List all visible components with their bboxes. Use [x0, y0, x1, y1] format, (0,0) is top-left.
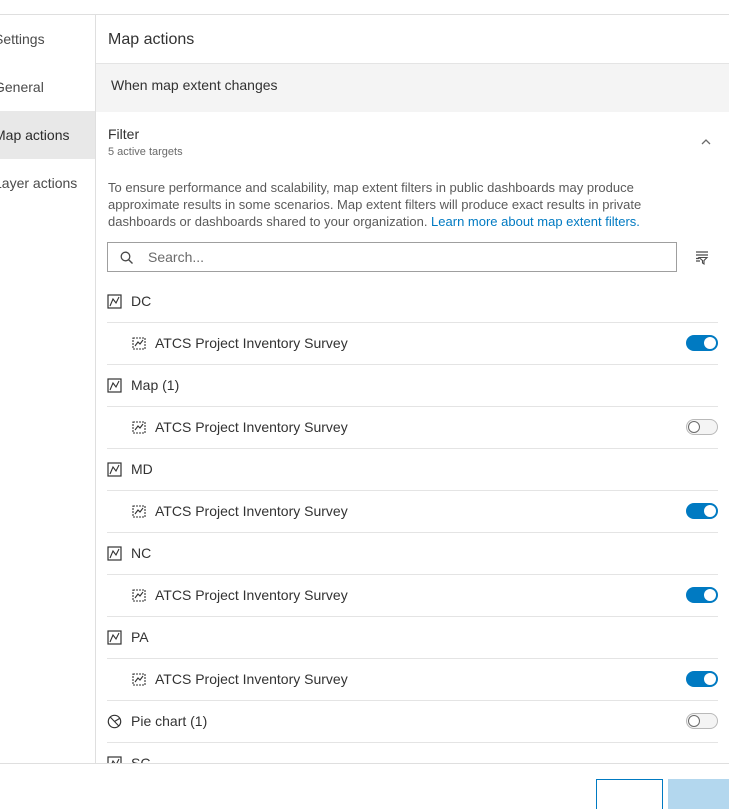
map-icon [107, 756, 122, 763]
toggle-knob [704, 589, 716, 601]
target-row-nc: NC [107, 533, 718, 575]
target-label: ATCS Project Inventory Survey [155, 419, 348, 435]
target-list: DC ATCS Project Inventory Survey Map (1)… [107, 281, 718, 763]
layer-icon [132, 673, 146, 686]
target-label: PA [131, 629, 149, 645]
sidebar-item-general[interactable]: General [0, 63, 95, 111]
target-row-layer: ATCS Project Inventory Survey [107, 491, 718, 533]
filter-toggle[interactable] [686, 587, 718, 603]
sidebar: Settings General Map actions Layer actio… [0, 15, 96, 763]
sidebar-item-layer-actions[interactable]: Layer actions [0, 159, 95, 207]
map-icon [107, 462, 122, 477]
learn-more-link[interactable]: Learn more about map extent filters. [431, 214, 640, 229]
layer-icon [132, 505, 146, 518]
filter-title: Filter [108, 126, 140, 142]
toggle-knob [688, 715, 700, 727]
target-label: ATCS Project Inventory Survey [155, 587, 348, 603]
search-box [107, 242, 677, 272]
sidebar-item-label: Settings [0, 31, 45, 47]
sidebar-item-label: General [0, 79, 44, 95]
target-row-layer: ATCS Project Inventory Survey [107, 323, 718, 365]
layer-icon [132, 337, 146, 350]
map-icon [107, 546, 122, 561]
filter-info-text: To ensure performance and scalability, m… [108, 179, 708, 230]
toggle-knob [704, 505, 716, 517]
target-row-md: MD [107, 449, 718, 491]
target-row-dc: DC [107, 281, 718, 323]
target-label: ATCS Project Inventory Survey [155, 335, 348, 351]
filter-options-icon[interactable] [693, 248, 711, 266]
filter-toggle[interactable] [686, 335, 718, 351]
filter-toggle[interactable] [686, 671, 718, 687]
toggle-knob [688, 421, 700, 433]
search-icon [120, 251, 133, 264]
toggle-knob [704, 673, 716, 685]
primary-button[interactable] [668, 779, 729, 809]
target-row-pa: PA [107, 617, 718, 659]
target-label: Pie chart (1) [131, 713, 208, 729]
filter-toggle[interactable] [686, 503, 718, 519]
target-label: NC [131, 545, 152, 561]
footer-divider [0, 763, 729, 764]
sidebar-item-map-actions[interactable]: Map actions [0, 111, 95, 159]
main-panel: Map actions When map extent changes Filt… [96, 15, 729, 763]
sidebar-item-label: Layer actions [0, 175, 78, 191]
layer-icon [132, 421, 146, 434]
secondary-button[interactable] [596, 779, 663, 809]
target-label: ATCS Project Inventory Survey [155, 503, 348, 519]
target-label: SC [131, 755, 151, 763]
filter-toggle[interactable] [686, 419, 718, 435]
page-title: Map actions [108, 31, 195, 48]
target-label: DC [131, 293, 152, 309]
search-input[interactable] [148, 243, 648, 271]
layer-icon [132, 589, 146, 602]
target-row-layer: ATCS Project Inventory Survey [107, 659, 718, 701]
section-header-map-extent: When map extent changes [96, 64, 729, 112]
toggle-knob [704, 337, 716, 349]
target-row-pie-chart: Pie chart (1) [107, 701, 718, 743]
target-row-map-1: Map (1) [107, 365, 718, 407]
target-label: ATCS Project Inventory Survey [155, 671, 348, 687]
target-label: Map (1) [131, 377, 180, 393]
target-row-layer: ATCS Project Inventory Survey [107, 575, 718, 617]
filter-active-count: 5 active targets [108, 146, 183, 158]
target-row-sc: SC [107, 743, 718, 763]
map-icon [107, 630, 122, 645]
sidebar-item-settings[interactable]: Settings [0, 15, 95, 63]
map-icon [107, 294, 122, 309]
target-row-layer: ATCS Project Inventory Survey [107, 407, 718, 449]
pie-chart-icon [107, 714, 122, 729]
target-label: MD [131, 461, 153, 477]
section-label: When map extent changes [111, 77, 278, 93]
filter-toggle[interactable] [686, 713, 718, 729]
map-icon [107, 378, 122, 393]
chevron-up-icon[interactable] [696, 132, 716, 152]
sidebar-item-label: Map actions [0, 127, 70, 143]
